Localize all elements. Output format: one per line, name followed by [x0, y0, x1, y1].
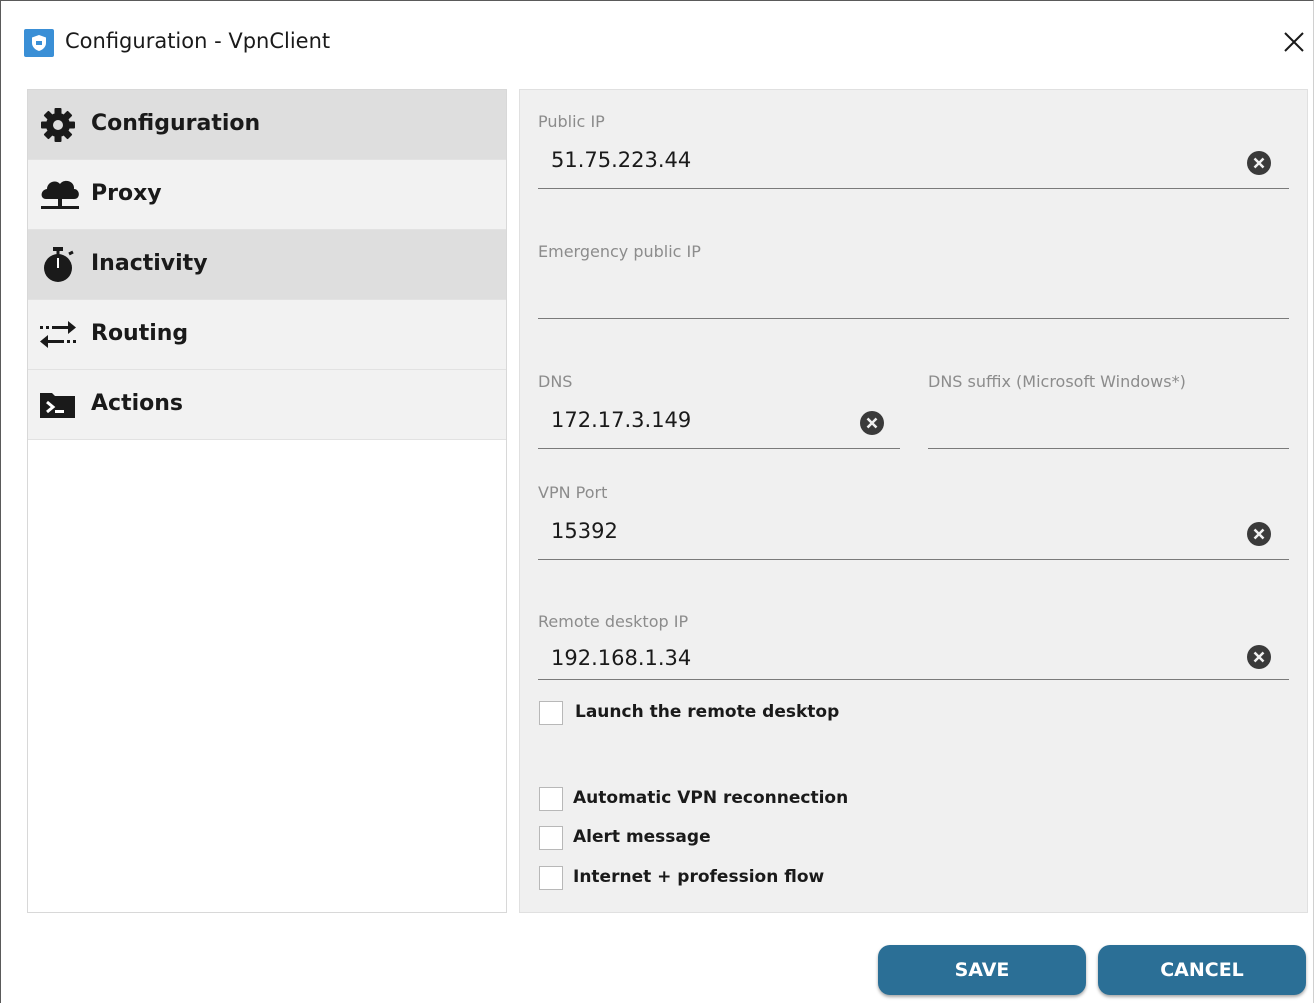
field-underline	[538, 679, 1289, 680]
public-ip-input[interactable]: 51.75.223.44	[551, 148, 691, 172]
field-underline	[538, 448, 900, 449]
title-bar: Configuration - VpnClient	[1, 1, 1313, 81]
vpn-port-field: VPN Port 15392	[538, 483, 1289, 561]
configuration-window: Configuration - VpnClient Configuration …	[0, 0, 1314, 1003]
public-ip-field: Public IP 51.75.223.44	[538, 112, 1289, 190]
sidebar-item-proxy[interactable]: Proxy	[28, 160, 506, 230]
sidebar-item-routing[interactable]: Routing	[28, 300, 506, 370]
field-underline	[538, 318, 1289, 319]
sidebar-item-configuration[interactable]: Configuration	[28, 90, 506, 160]
checkbox-box[interactable]	[539, 866, 563, 890]
cancel-button[interactable]: CANCEL	[1098, 945, 1306, 995]
dns-suffix-field: DNS suffix (Microsoft Windows*)	[928, 372, 1289, 450]
checkbox-box[interactable]	[539, 826, 563, 850]
configuration-panel: Public IP 51.75.223.44 Emergency public …	[519, 89, 1308, 913]
sidebar-item-inactivity[interactable]: Inactivity	[28, 230, 506, 300]
clear-icon[interactable]	[1246, 521, 1272, 547]
sidebar-item-label: Configuration	[91, 111, 261, 136]
sidebar-item-label: Inactivity	[91, 251, 208, 276]
arrows-exchange-icon	[38, 315, 78, 355]
sidebar-item-actions[interactable]: Actions	[28, 370, 506, 440]
checkbox-box[interactable]	[539, 787, 563, 811]
terminal-icon	[38, 385, 78, 425]
vpn-port-input[interactable]: 15392	[551, 519, 618, 543]
field-underline	[538, 559, 1289, 560]
dns-input[interactable]: 172.17.3.149	[551, 408, 691, 432]
internet-profession-flow-checkbox[interactable]: Internet + profession flow	[539, 866, 839, 892]
stopwatch-icon	[38, 245, 78, 285]
checkbox-label: Automatic VPN reconnection	[573, 788, 849, 808]
field-underline	[538, 188, 1289, 189]
field-label: Public IP	[538, 112, 605, 131]
shield-app-icon	[24, 29, 54, 57]
remote-desktop-ip-input[interactable]: 192.168.1.34	[551, 646, 691, 670]
dns-field: DNS 172.17.3.149	[538, 372, 900, 450]
clear-icon[interactable]	[1246, 150, 1272, 176]
field-label: VPN Port	[538, 483, 608, 502]
checkbox-label: Internet + profession flow	[573, 867, 825, 887]
remote-desktop-ip-field: Remote desktop IP 192.168.1.34	[538, 612, 1289, 682]
save-button[interactable]: SAVE	[878, 945, 1086, 995]
field-label: Emergency public IP	[538, 242, 701, 261]
close-icon[interactable]	[1279, 27, 1309, 57]
checkbox-box[interactable]	[539, 701, 563, 725]
launch-remote-desktop-checkbox[interactable]: Launch the remote desktop	[539, 701, 859, 727]
checkbox-label: Alert message	[573, 827, 711, 847]
gear-icon	[38, 105, 78, 145]
clear-icon[interactable]	[1246, 644, 1272, 670]
field-label: DNS suffix (Microsoft Windows*)	[928, 372, 1186, 391]
field-underline	[928, 448, 1289, 449]
field-label: DNS	[538, 372, 573, 391]
field-label: Remote desktop IP	[538, 612, 689, 631]
checkbox-label: Launch the remote desktop	[575, 702, 840, 722]
automatic-vpn-reconnection-checkbox[interactable]: Automatic VPN reconnection	[539, 787, 869, 813]
sidebar-item-label: Proxy	[91, 181, 162, 206]
dns-suffix-input[interactable]	[941, 408, 1271, 438]
emergency-public-ip-field: Emergency public IP	[538, 242, 1289, 320]
emergency-public-ip-input[interactable]	[551, 278, 1251, 308]
clear-icon[interactable]	[859, 410, 885, 436]
cloud-network-icon	[38, 175, 79, 215]
window-title: Configuration - VpnClient	[65, 29, 331, 53]
alert-message-checkbox[interactable]: Alert message	[539, 826, 739, 852]
sidebar-item-label: Routing	[91, 321, 189, 346]
sidebar-nav: Configuration Proxy Inactivity Routing A…	[27, 89, 507, 913]
sidebar-item-label: Actions	[91, 391, 183, 416]
